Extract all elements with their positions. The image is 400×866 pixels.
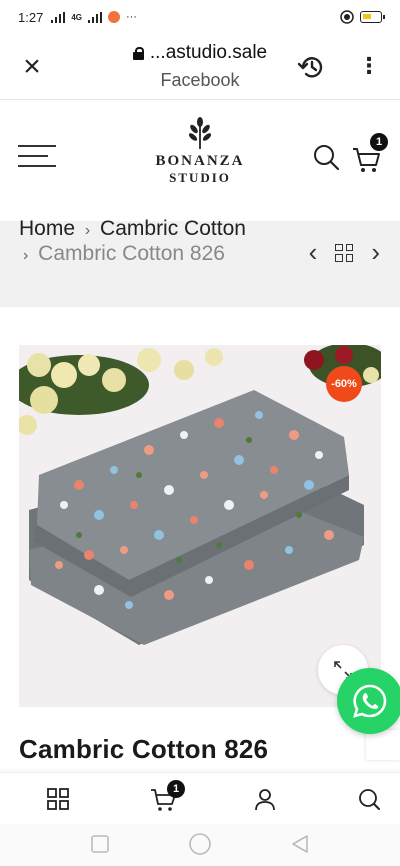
- breadcrumb-current: Cambric Cotton 826: [38, 242, 225, 265]
- cart-button[interactable]: 1: [352, 133, 388, 173]
- url-text: ...astudio.sale: [149, 42, 268, 63]
- lock-icon: [132, 46, 144, 60]
- bottom-nav-cart[interactable]: 1: [150, 780, 185, 813]
- whatsapp-chat-button[interactable]: [337, 668, 400, 734]
- breadcrumb-home[interactable]: Home: [19, 217, 75, 240]
- product-title: Cambric Cotton 826: [19, 734, 269, 764]
- recaptcha-badge: [366, 730, 400, 760]
- signal-icon: [51, 11, 66, 23]
- next-product-icon[interactable]: ›: [371, 237, 380, 268]
- history-icon[interactable]: [297, 52, 327, 82]
- logo-text-bonanza: BONANZA: [155, 153, 245, 169]
- breadcrumb: Home › Cambric Cotton › Cambric Cotton 8…: [19, 217, 259, 267]
- leaf-logo-icon: [188, 117, 212, 149]
- battery-icon: [360, 11, 385, 23]
- bottom-nav-search[interactable]: [357, 787, 383, 813]
- whatsapp-icon: [353, 684, 387, 718]
- app-notification-icon: [107, 11, 120, 23]
- discount-badge: -60%: [326, 366, 362, 402]
- status-right: [340, 10, 385, 24]
- status-time: 1:27: [18, 9, 44, 25]
- dnd-icon: [340, 10, 354, 24]
- breadcrumb-category[interactable]: Cambric Cotton: [100, 217, 246, 240]
- site-name: Facebook: [160, 70, 240, 90]
- breadcrumb-separator: ›: [84, 222, 91, 239]
- logo-text-studio: STUDIO: [169, 170, 231, 185]
- back-icon[interactable]: [290, 834, 310, 854]
- user-icon: [255, 789, 275, 811]
- signal-icon-2: [87, 11, 102, 23]
- prev-product-icon[interactable]: ‹: [309, 237, 318, 268]
- home-icon[interactable]: [188, 832, 212, 856]
- bottom-nav-shop[interactable]: [46, 787, 72, 813]
- grid-view-icon[interactable]: [335, 243, 354, 262]
- bottom-nav: 1: [0, 772, 400, 824]
- product-nav: ‹ ›: [309, 237, 380, 268]
- status-bar: 1:27 4G ···: [0, 0, 400, 34]
- search-icon: [359, 789, 380, 810]
- bottom-nav-account[interactable]: [253, 787, 279, 813]
- breadcrumb-separator-2: ›: [23, 247, 29, 264]
- url-block[interactable]: ...astudio.sale Facebook: [110, 42, 290, 91]
- more-notifications: ···: [125, 11, 137, 23]
- site-header: BONANZA STUDIO 1: [0, 101, 400, 221]
- close-icon[interactable]: ×: [18, 52, 46, 82]
- search-icon[interactable]: [312, 143, 340, 171]
- more-vert-icon[interactable]: ⋮: [358, 52, 380, 82]
- recent-apps-icon[interactable]: [90, 834, 110, 854]
- breadcrumb-bar: Home › Cambric Cotton › Cambric Cotton 8…: [0, 217, 400, 307]
- cart-count-badge: 1: [370, 133, 388, 151]
- cart-count-badge-bottom: 1: [167, 780, 185, 798]
- hamburger-menu-icon[interactable]: [18, 145, 56, 167]
- status-icons: 4G ···: [51, 11, 137, 23]
- system-nav-bar: [0, 824, 400, 866]
- brand-logo[interactable]: BONANZA STUDIO: [130, 117, 270, 186]
- browser-toolbar: × ...astudio.sale Facebook ⋮: [0, 34, 400, 100]
- grid-icon: [47, 788, 69, 810]
- network-type: 4G: [71, 12, 82, 22]
